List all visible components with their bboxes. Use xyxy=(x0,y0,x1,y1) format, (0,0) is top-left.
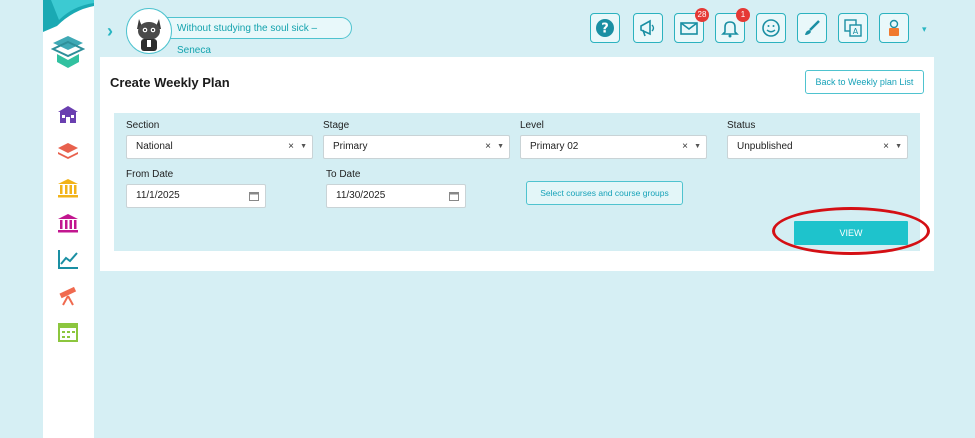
from-date-calendar-icon[interactable] xyxy=(249,191,259,201)
section-clear-icon[interactable]: × xyxy=(288,136,294,158)
corner-flag-decoration xyxy=(43,0,94,32)
mail-icon xyxy=(680,22,698,35)
svg-text:?: ? xyxy=(601,22,609,37)
app-logo-icon[interactable] xyxy=(51,34,85,70)
notification-count-badge: 1 xyxy=(736,8,750,22)
level-select[interactable]: Primary 02 × ▼ xyxy=(520,135,707,159)
svg-text:A: A xyxy=(853,27,859,36)
quote-text: Without studying the soul sick – Seneca xyxy=(177,23,318,56)
quote-banner: Without studying the soul sick – Seneca xyxy=(150,17,352,56)
level-label: Level xyxy=(520,120,544,131)
status-clear-icon[interactable]: × xyxy=(883,136,889,158)
view-button-highlight-annotation xyxy=(772,207,930,255)
user-profile-icon xyxy=(889,19,899,36)
telescope-icon[interactable] xyxy=(55,284,81,308)
stage-dropdown-arrow-icon[interactable]: ▼ xyxy=(497,136,504,158)
megaphone-icon xyxy=(640,19,655,37)
to-date-calendar-icon[interactable] xyxy=(449,191,459,201)
calendar-icon[interactable] xyxy=(55,320,81,344)
announcements-button[interactable] xyxy=(633,13,663,43)
building-columns-icon[interactable] xyxy=(55,211,81,235)
status-select[interactable]: Unpublished × ▼ xyxy=(727,135,908,159)
sidebar-toggle-chevron-icon[interactable]: › xyxy=(101,21,119,41)
from-date-label: From Date xyxy=(126,169,174,180)
section-value: National xyxy=(136,141,173,152)
section-label: Section xyxy=(126,120,160,131)
mail-count-badge: 28 xyxy=(695,8,709,22)
section-dropdown-arrow-icon[interactable]: ▼ xyxy=(300,136,307,158)
level-value: Primary 02 xyxy=(530,141,579,152)
stage-label: Stage xyxy=(323,120,350,131)
user-profile-button[interactable] xyxy=(879,13,909,43)
layers-icon[interactable] xyxy=(55,139,81,163)
sidebar xyxy=(43,0,94,438)
back-to-list-button[interactable]: Back to Weekly plan List xyxy=(805,70,924,94)
to-date-value: 11/30/2025 xyxy=(336,190,386,201)
smiley-icon xyxy=(762,19,780,37)
bell-icon xyxy=(721,21,739,38)
status-value: Unpublished xyxy=(737,141,793,152)
chart-line-icon[interactable] xyxy=(55,247,81,271)
school-icon[interactable] xyxy=(55,103,81,127)
help-icon: ? xyxy=(596,19,614,37)
feedback-button[interactable] xyxy=(756,13,786,43)
from-date-value: 11/1/2025 xyxy=(136,190,180,201)
translate-icon: A xyxy=(844,19,862,37)
cat-mascot-avatar[interactable] xyxy=(126,8,172,54)
help-button[interactable]: ? xyxy=(590,13,620,43)
status-label: Status xyxy=(727,120,756,131)
institution-icon[interactable] xyxy=(55,176,81,200)
level-dropdown-arrow-icon[interactable]: ▼ xyxy=(694,136,701,158)
from-date-input[interactable]: 11/1/2025 xyxy=(126,184,266,208)
language-button[interactable]: A xyxy=(838,13,868,43)
to-date-label: To Date xyxy=(326,169,361,180)
theme-button[interactable] xyxy=(797,13,827,43)
status-dropdown-arrow-icon[interactable]: ▼ xyxy=(895,136,902,158)
stage-value: Primary xyxy=(333,141,368,152)
user-menu-caret-icon[interactable]: ▾ xyxy=(922,24,927,35)
stage-select[interactable]: Primary × ▼ xyxy=(323,135,510,159)
page-title: Create Weekly Plan xyxy=(110,75,230,90)
mail-button[interactable]: 28 xyxy=(674,8,709,43)
stage-clear-icon[interactable]: × xyxy=(485,136,491,158)
level-clear-icon[interactable]: × xyxy=(682,136,688,158)
section-select[interactable]: National × ▼ xyxy=(126,135,313,159)
notifications-button[interactable]: 1 xyxy=(715,8,750,43)
to-date-input[interactable]: 11/30/2025 xyxy=(326,184,466,208)
brush-icon xyxy=(805,20,820,35)
select-courses-button[interactable]: Select courses and course groups xyxy=(526,181,683,205)
